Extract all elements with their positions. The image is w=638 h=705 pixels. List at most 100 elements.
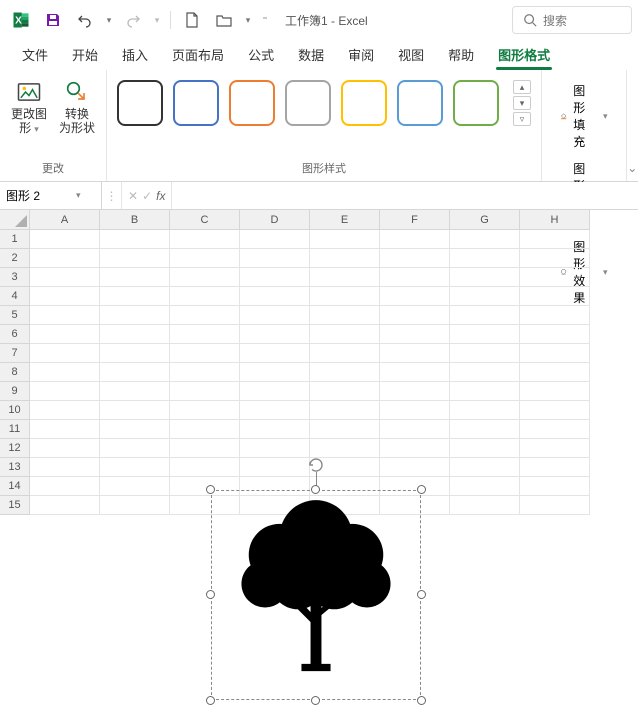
row-header[interactable]: 5 (0, 306, 30, 325)
cell[interactable] (380, 420, 450, 439)
new-file-icon[interactable] (177, 5, 207, 35)
tab-审阅[interactable]: 审阅 (336, 39, 386, 70)
resize-handle[interactable] (206, 485, 215, 494)
cell[interactable] (520, 249, 590, 268)
tab-页面布局[interactable]: 页面布局 (160, 39, 236, 70)
row-header[interactable]: 6 (0, 325, 30, 344)
cell[interactable] (310, 287, 380, 306)
cell[interactable] (380, 382, 450, 401)
cell[interactable] (310, 344, 380, 363)
cell[interactable] (380, 344, 450, 363)
cell[interactable] (170, 268, 240, 287)
cell[interactable] (450, 325, 520, 344)
row-header[interactable]: 10 (0, 401, 30, 420)
cell[interactable] (30, 477, 100, 496)
row-header[interactable]: 12 (0, 439, 30, 458)
style-swatch-2[interactable] (229, 80, 275, 126)
column-header[interactable]: B (100, 210, 170, 230)
name-box-dropdown[interactable]: ▾ (72, 186, 85, 205)
resize-handle[interactable] (206, 696, 215, 705)
cell[interactable] (380, 268, 450, 287)
cell[interactable] (520, 496, 590, 515)
cell[interactable] (240, 306, 310, 325)
cell[interactable] (100, 230, 170, 249)
cell[interactable] (520, 344, 590, 363)
cell[interactable] (100, 344, 170, 363)
cell[interactable] (520, 401, 590, 420)
cell[interactable] (170, 344, 240, 363)
cell[interactable] (30, 363, 100, 382)
styles-scroll-down[interactable]: ▾ (513, 96, 531, 110)
cell[interactable] (30, 268, 100, 287)
cell[interactable] (240, 458, 310, 477)
cell[interactable] (170, 325, 240, 344)
cell[interactable] (100, 382, 170, 401)
undo-dropdown[interactable]: ▾ (102, 5, 116, 35)
cell[interactable] (450, 363, 520, 382)
cell[interactable] (170, 420, 240, 439)
cell[interactable] (240, 287, 310, 306)
cell[interactable] (520, 230, 590, 249)
change-graphic-button[interactable]: 更改图形 ▾ (6, 74, 52, 140)
cell[interactable] (520, 382, 590, 401)
select-all-corner[interactable] (0, 210, 30, 230)
row-header[interactable]: 11 (0, 420, 30, 439)
save-icon[interactable] (38, 5, 68, 35)
cell[interactable] (170, 230, 240, 249)
tab-数据[interactable]: 数据 (286, 39, 336, 70)
cell[interactable] (450, 268, 520, 287)
cell[interactable] (520, 306, 590, 325)
cell[interactable] (450, 230, 520, 249)
style-swatch-5[interactable] (397, 80, 443, 126)
selected-shape[interactable] (211, 490, 421, 700)
cell[interactable] (30, 458, 100, 477)
cell[interactable] (240, 344, 310, 363)
cell[interactable] (100, 363, 170, 382)
cell[interactable] (100, 249, 170, 268)
cell[interactable] (520, 268, 590, 287)
cell[interactable] (380, 306, 450, 325)
cell[interactable] (240, 420, 310, 439)
cell[interactable] (520, 287, 590, 306)
column-header[interactable]: H (520, 210, 590, 230)
cell[interactable] (520, 363, 590, 382)
cell[interactable] (310, 420, 380, 439)
cell[interactable] (310, 325, 380, 344)
cell[interactable] (100, 420, 170, 439)
convert-to-shape-button[interactable]: 转换为形状 (54, 74, 100, 140)
cell[interactable] (30, 439, 100, 458)
row-header[interactable]: 14 (0, 477, 30, 496)
cell[interactable] (170, 382, 240, 401)
shape-fill-button[interactable]: 图形填充▾ (556, 80, 612, 152)
cell[interactable] (170, 249, 240, 268)
cell[interactable] (100, 458, 170, 477)
fx-icon[interactable]: fx (156, 189, 165, 203)
cell[interactable] (380, 458, 450, 477)
row-header[interactable]: 13 (0, 458, 30, 477)
tab-帮助[interactable]: 帮助 (436, 39, 486, 70)
cell[interactable] (310, 306, 380, 325)
cell[interactable] (100, 439, 170, 458)
cell[interactable] (100, 306, 170, 325)
style-swatch-6[interactable] (453, 80, 499, 126)
tab-文件[interactable]: 文件 (10, 39, 60, 70)
cell[interactable] (450, 344, 520, 363)
column-header[interactable]: E (310, 210, 380, 230)
tab-插入[interactable]: 插入 (110, 39, 160, 70)
cell[interactable] (380, 325, 450, 344)
cell[interactable] (450, 458, 520, 477)
styles-scroll-up[interactable]: ▴ (513, 80, 531, 94)
cell[interactable] (450, 439, 520, 458)
cell[interactable] (520, 477, 590, 496)
cell[interactable] (450, 420, 520, 439)
row-header[interactable]: 8 (0, 363, 30, 382)
open-dropdown[interactable]: ▾ (241, 5, 255, 35)
cell[interactable] (170, 439, 240, 458)
cell[interactable] (380, 401, 450, 420)
cell[interactable] (240, 382, 310, 401)
cell[interactable] (240, 401, 310, 420)
cell[interactable] (240, 439, 310, 458)
resize-handle[interactable] (206, 590, 215, 599)
column-header[interactable]: C (170, 210, 240, 230)
cell[interactable] (240, 268, 310, 287)
